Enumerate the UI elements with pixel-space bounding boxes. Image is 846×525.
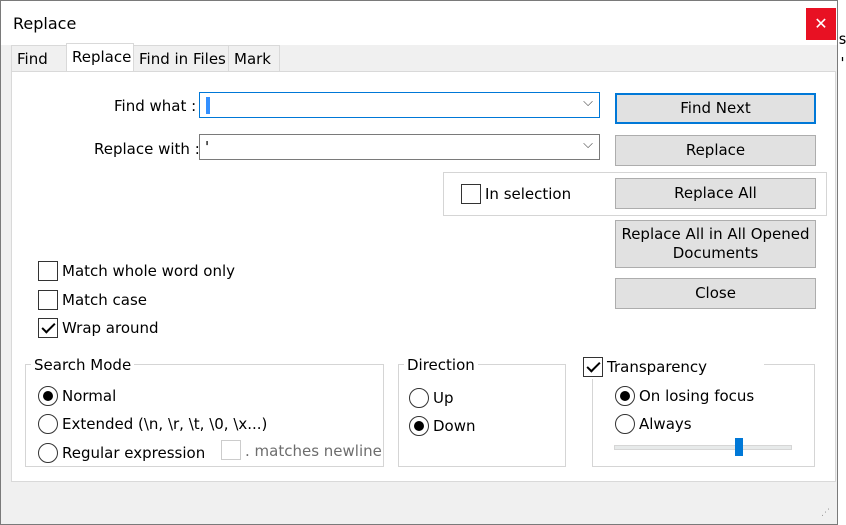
direction-group	[398, 364, 566, 467]
match-whole-word-checkbox[interactable]	[38, 261, 58, 281]
in-selection-label: In selection	[485, 185, 572, 203]
editor-text-fragment: '	[838, 54, 846, 72]
tab-find-in-files[interactable]: Find in Files	[133, 45, 229, 72]
transparency-label: Transparency	[607, 358, 708, 376]
search-mode-normal-radio[interactable]	[38, 386, 58, 406]
replace-with-label: Replace with :	[94, 140, 200, 158]
tab-find[interactable]: Find	[11, 45, 67, 72]
direction-up-radio[interactable]	[409, 388, 429, 408]
find-next-button[interactable]: Find Next	[615, 93, 816, 124]
replace-panel: Find what : ⌵ Replace with : ' ⌵ Find Ne…	[11, 71, 836, 482]
matches-newline-checkbox[interactable]	[221, 440, 241, 460]
button-label-line: Replace All in All Opened	[621, 225, 810, 243]
close-icon: ✕	[814, 14, 828, 33]
search-mode-regex-label: Regular expression	[62, 444, 206, 462]
matches-newline-label: . matches newline	[245, 442, 382, 460]
tab-replace[interactable]: Replace	[66, 43, 134, 73]
editor-text-fragment: s,	[838, 30, 846, 48]
status-bar: ⋰	[1, 482, 837, 524]
button-label-line: Documents	[672, 244, 759, 262]
transparency-header: Transparency	[580, 355, 764, 379]
chevron-down-icon[interactable]: ⌵	[583, 95, 593, 110]
transparency-slider-track[interactable]	[614, 445, 792, 450]
search-mode-extended-label: Extended (\n, \r, \t, \0, \x...)	[62, 415, 268, 433]
dialog-title: Replace	[13, 14, 77, 33]
search-mode-extended-radio[interactable]	[38, 414, 58, 434]
match-case-label: Match case	[62, 291, 148, 309]
transparency-always-radio[interactable]	[615, 414, 635, 434]
direction-title: Direction	[404, 356, 478, 374]
transparency-slider-thumb[interactable]	[734, 438, 743, 456]
tab-mark[interactable]: Mark	[228, 45, 280, 72]
direction-down-radio[interactable]	[409, 416, 429, 436]
transparency-checkbox[interactable]	[583, 357, 603, 377]
in-selection-checkbox[interactable]	[461, 184, 481, 204]
transparency-on-losing-focus-radio[interactable]	[615, 386, 635, 406]
replace-button[interactable]: Replace	[615, 135, 816, 166]
search-mode-regex-radio[interactable]	[38, 443, 58, 463]
replace-with-combo[interactable]: ' ⌵	[199, 134, 600, 160]
text-cursor	[206, 97, 210, 114]
transparency-always-label: Always	[639, 415, 692, 433]
replace-all-button[interactable]: Replace All	[615, 178, 816, 209]
direction-down-label: Down	[433, 417, 476, 435]
replace-all-in-opened-documents-button[interactable]: Replace All in All Opened Documents	[615, 220, 816, 268]
search-mode-title: Search Mode	[31, 356, 135, 374]
replace-with-value: '	[205, 138, 210, 156]
close-window-button[interactable]: ✕	[806, 8, 836, 40]
chevron-down-icon[interactable]: ⌵	[583, 137, 593, 152]
close-button[interactable]: Close	[615, 278, 816, 309]
title-bar: Replace ✕	[1, 1, 837, 45]
wrap-around-checkbox[interactable]	[38, 318, 58, 338]
find-what-label: Find what :	[114, 97, 197, 115]
replace-dialog: Replace ✕ Find Replace Find in Files Mar…	[0, 0, 838, 525]
match-whole-word-label: Match whole word only	[62, 262, 236, 280]
match-case-checkbox[interactable]	[38, 290, 58, 310]
transparency-on-losing-focus-label: On losing focus	[639, 387, 755, 405]
search-mode-normal-label: Normal	[62, 387, 117, 405]
resize-grip-icon[interactable]: ⋰	[821, 508, 833, 520]
find-what-combo[interactable]: ⌵	[199, 92, 600, 118]
wrap-around-label: Wrap around	[62, 319, 159, 337]
direction-up-label: Up	[433, 389, 454, 407]
